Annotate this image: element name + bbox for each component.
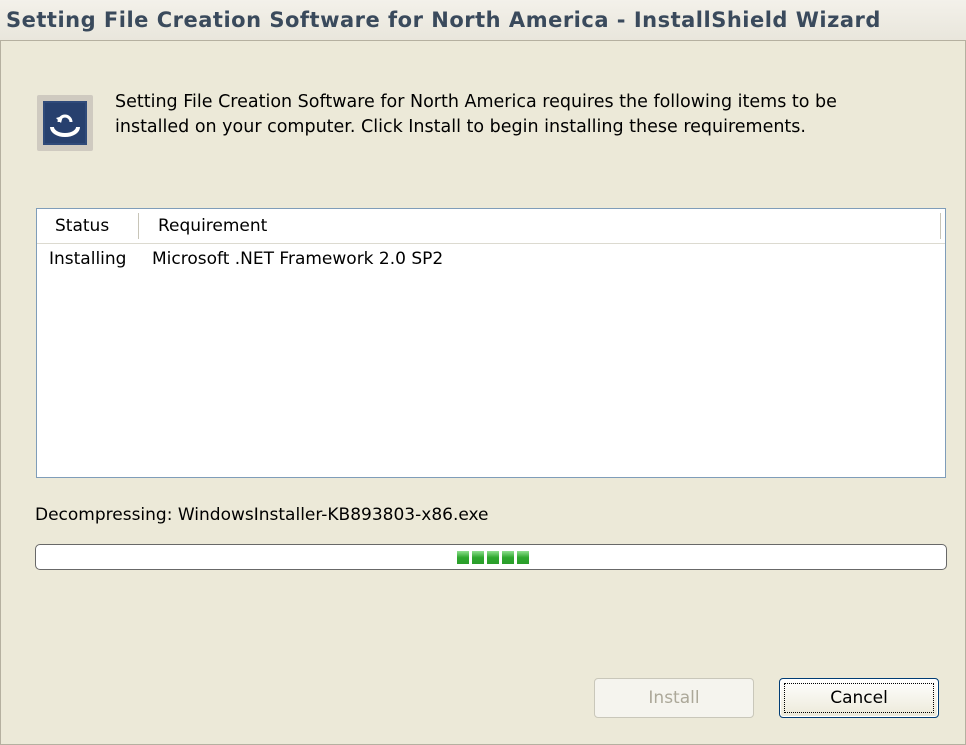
window-title: Setting File Creation Software for North…	[6, 8, 881, 32]
requirement-name: Microsoft .NET Framework 2.0 SP2	[152, 249, 444, 269]
progress-bar	[35, 544, 947, 570]
progress-marquee	[457, 551, 529, 564]
intro-text: Setting File Creation Software for North…	[115, 92, 837, 137]
requirements-list[interactable]: Status Requirement Installing Microsoft …	[36, 208, 946, 478]
progress-status-text: Decompressing: WindowsInstaller-KB893803…	[35, 505, 489, 525]
progress-block	[457, 551, 469, 564]
cancel-button[interactable]: Cancel	[779, 678, 939, 718]
column-divider[interactable]	[138, 213, 139, 239]
focus-rect	[784, 683, 934, 713]
list-item[interactable]: Installing Microsoft .NET Framework 2.0 …	[37, 247, 945, 275]
list-header: Status Requirement	[37, 209, 945, 244]
column-header-requirement[interactable]: Requirement	[158, 216, 267, 236]
title-bar[interactable]: Setting File Creation Software for North…	[0, 0, 966, 41]
progress-block	[487, 551, 499, 564]
column-divider-end[interactable]	[940, 213, 941, 239]
progress-block	[472, 551, 484, 564]
progress-block	[502, 551, 514, 564]
installshield-icon	[37, 95, 93, 151]
install-button[interactable]: Install	[594, 678, 754, 718]
requirement-status: Installing	[49, 249, 127, 269]
column-header-status[interactable]: Status	[55, 216, 109, 236]
progress-block	[517, 551, 529, 564]
